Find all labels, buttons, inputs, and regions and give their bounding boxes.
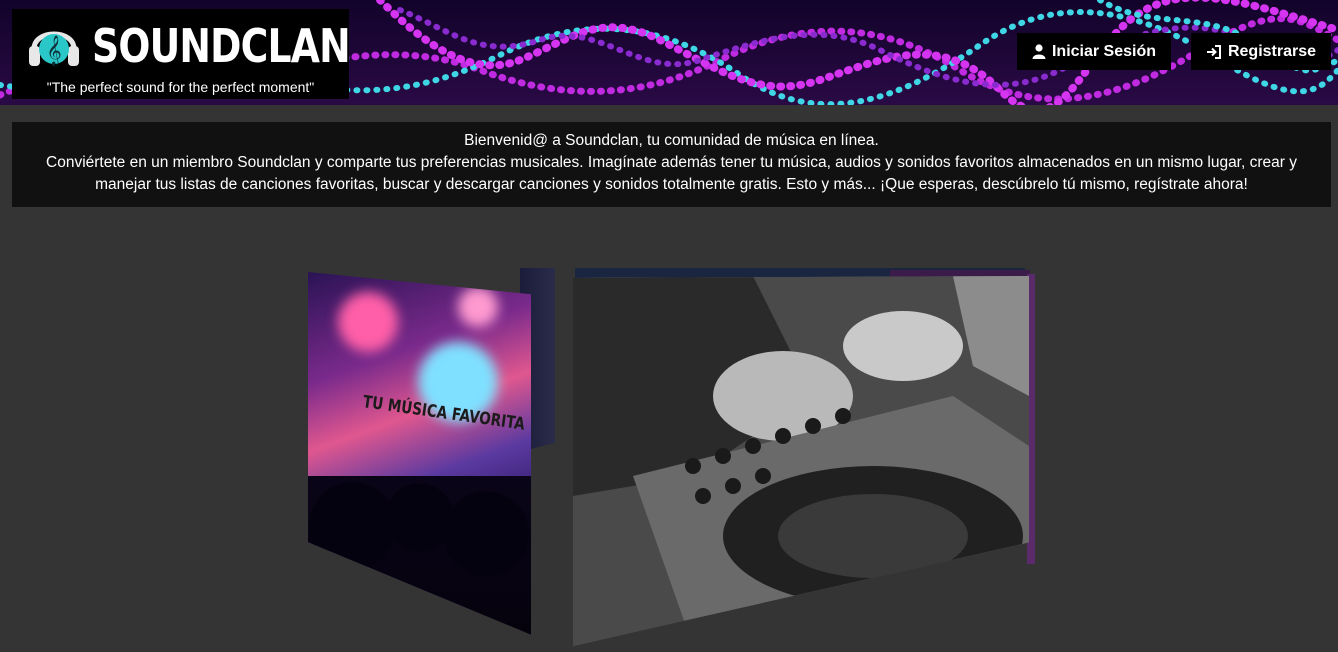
logo-title: SOUNDCLAN xyxy=(92,19,351,73)
login-button[interactable]: Iniciar Sesión xyxy=(1017,33,1171,70)
carousel-slide-concert[interactable]: TU MÚSICA FAVORITA xyxy=(308,272,531,635)
carousel-slide-dj-mixer[interactable] xyxy=(573,276,1029,646)
stage-light xyxy=(338,292,398,352)
register-button-label: Registrarse xyxy=(1227,42,1317,60)
welcome-title: Bienvenid@ a Soundclan, tu comunidad de … xyxy=(464,132,879,149)
welcome-message: Bienvenid@ a Soundclan, tu comunidad de … xyxy=(12,122,1331,207)
logo-tagline: "The perfect sound for the perfect momen… xyxy=(46,79,315,95)
login-button-label: Iniciar Sesión xyxy=(1051,42,1157,60)
image-carousel[interactable]: TU MÚSICA FAVORITA xyxy=(0,230,1338,652)
sign-in-icon xyxy=(1206,44,1221,59)
crowd-silhouette xyxy=(308,475,531,635)
user-icon xyxy=(1032,44,1046,59)
stage-light xyxy=(458,287,498,327)
dj-mixer-image xyxy=(573,276,1029,646)
svg-text:𝄞: 𝄞 xyxy=(46,35,61,67)
welcome-description: Conviértete en un miembro Soundclan y co… xyxy=(46,154,1297,193)
register-button[interactable]: Registrarse xyxy=(1191,33,1331,70)
site-header: 𝄞 SOUNDCLAN "The perfect sound for the p… xyxy=(0,0,1338,105)
headphones-music-icon: 𝄞 xyxy=(29,31,79,67)
logo[interactable]: 𝄞 SOUNDCLAN "The perfect sound for the p… xyxy=(12,9,351,99)
